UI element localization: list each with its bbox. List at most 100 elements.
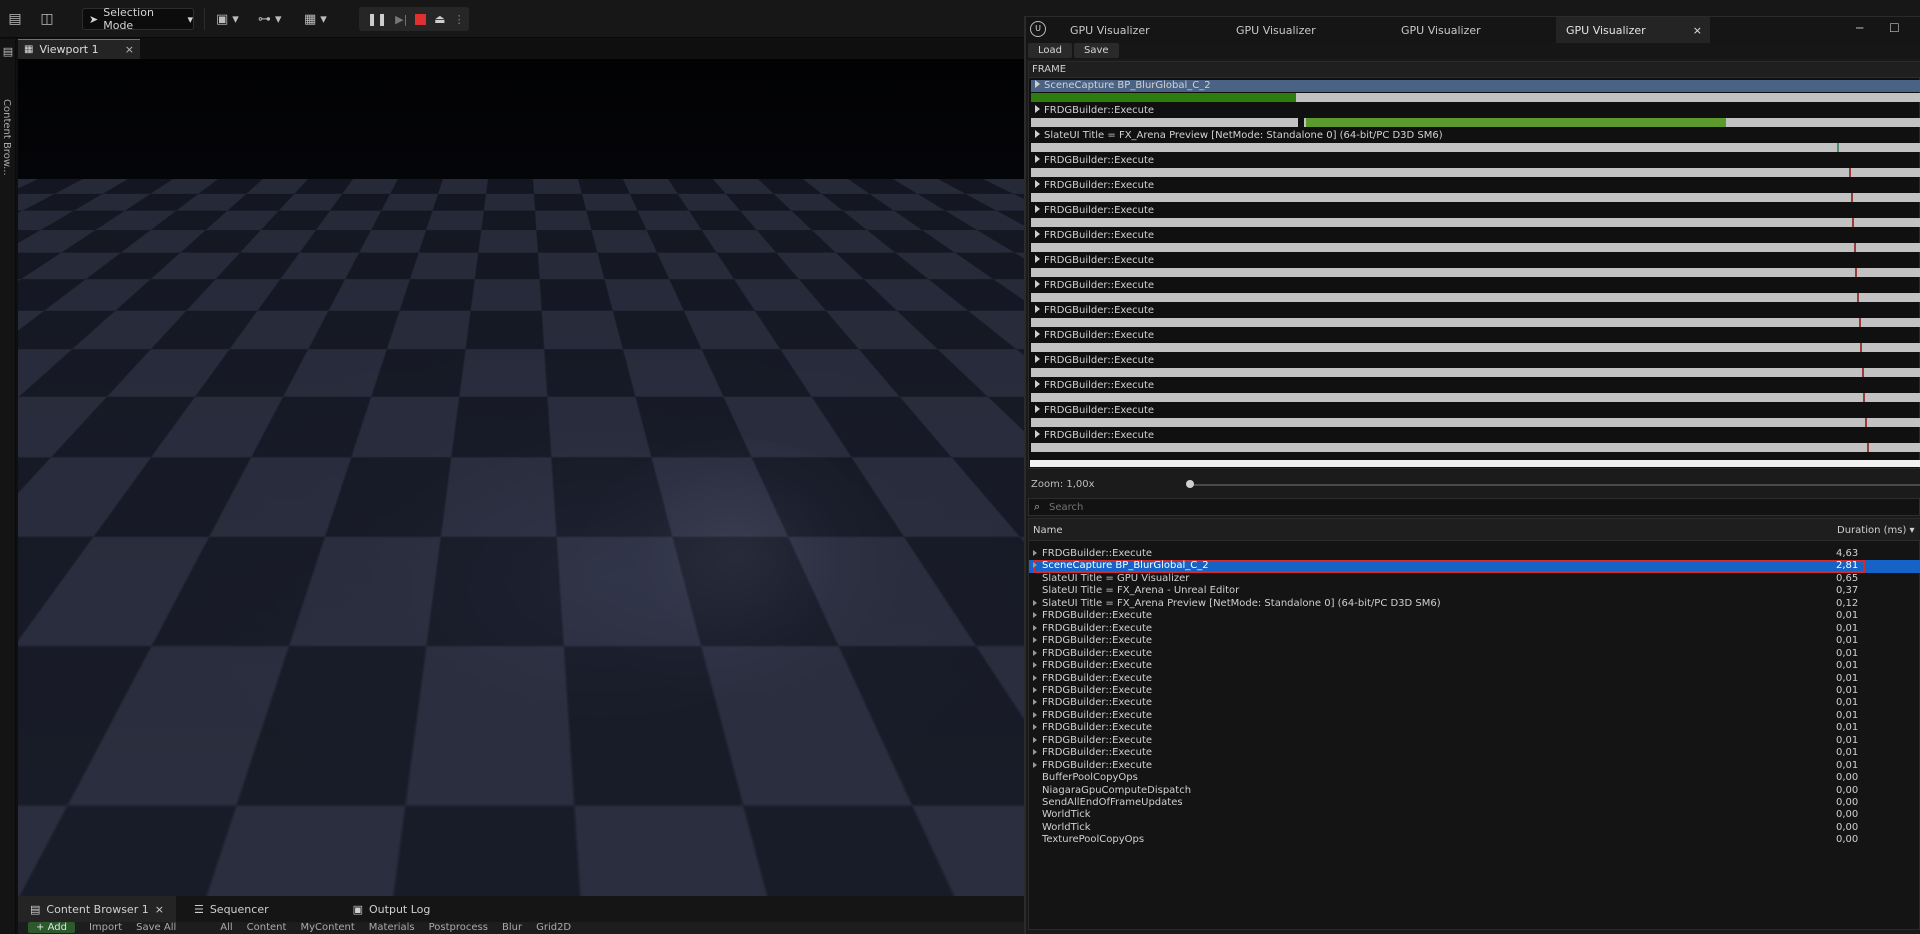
frame-row[interactable]: SceneCapture BP_BlurGlobal_C_2 bbox=[1031, 80, 1920, 105]
maximize-icon[interactable]: ☐ bbox=[1889, 21, 1900, 35]
content-browser-vertical-tab[interactable]: Content Brow... bbox=[1, 99, 12, 176]
list-item[interactable]: SendAllEndOfFrameUpdates 0,00 bbox=[1029, 797, 1920, 810]
frame-bar[interactable] bbox=[1031, 368, 1920, 377]
breadcrumb-postprocess[interactable]: Postprocess bbox=[429, 922, 488, 933]
expand-arrow-icon[interactable] bbox=[1033, 686, 1037, 693]
list-item[interactable]: FRDGBuilder::Execute 4,63 bbox=[1029, 548, 1920, 561]
zoom-slider[interactable] bbox=[1190, 484, 1920, 486]
expand-arrow-icon[interactable] bbox=[1033, 736, 1037, 743]
expand-arrow-icon[interactable] bbox=[1033, 749, 1037, 756]
cinematics-dropdown[interactable]: ▦ ▾ bbox=[304, 8, 327, 30]
list-item[interactable]: WorldTick 0,00 bbox=[1029, 809, 1920, 822]
duration-column-header[interactable]: Duration (ms) ▾ bbox=[1837, 525, 1915, 536]
add-actor-dropdown[interactable]: ▣ ▾ bbox=[216, 8, 239, 30]
tab-sequencer[interactable]: ☰ Sequencer bbox=[182, 896, 281, 922]
expand-arrow-icon[interactable] bbox=[1035, 330, 1040, 338]
pause-icon[interactable]: ❚❚ bbox=[367, 12, 387, 26]
save-all-button[interactable]: Save All bbox=[136, 922, 176, 933]
tab-output-log[interactable]: ▣ Output Log bbox=[341, 896, 443, 922]
list-item[interactable]: FRDGBuilder::Execute 0,01 bbox=[1029, 623, 1920, 636]
expand-arrow-icon[interactable] bbox=[1033, 724, 1037, 731]
expand-arrow-icon[interactable] bbox=[1033, 637, 1037, 644]
frame-bar[interactable] bbox=[1031, 443, 1920, 452]
expand-arrow-icon[interactable] bbox=[1035, 130, 1040, 138]
frame-row[interactable]: FRDGBuilder::Execute bbox=[1031, 230, 1920, 255]
close-icon[interactable]: × bbox=[125, 43, 134, 56]
tab-gpu-visualizer-3[interactable]: GPU Visualizer bbox=[1391, 17, 1551, 43]
load-button[interactable]: Load bbox=[1028, 43, 1072, 58]
more-options-icon[interactable]: ⋮ bbox=[454, 13, 465, 26]
list-item[interactable]: FRDGBuilder::Execute 0,01 bbox=[1029, 760, 1920, 773]
frame-bar[interactable] bbox=[1031, 318, 1920, 327]
frame-row[interactable]: FRDGBuilder::Execute bbox=[1031, 405, 1920, 430]
expand-arrow-icon[interactable] bbox=[1035, 405, 1040, 413]
stop-icon[interactable] bbox=[415, 13, 427, 25]
expand-arrow-icon[interactable] bbox=[1033, 612, 1037, 619]
frame-bar[interactable] bbox=[1031, 393, 1920, 402]
eject-icon[interactable]: ⏏ bbox=[434, 12, 445, 26]
list-item[interactable]: FRDGBuilder::Execute 0,01 bbox=[1029, 660, 1920, 673]
add-button[interactable]: + Add bbox=[28, 922, 75, 933]
selection-mode-dropdown[interactable]: ➤ Selection Mode ▾ bbox=[82, 6, 194, 32]
timeline-scrollbar[interactable] bbox=[1030, 460, 1920, 467]
breadcrumb-all[interactable]: All bbox=[220, 922, 232, 933]
breadcrumb-grid2d[interactable]: Grid2D bbox=[536, 922, 571, 933]
save-icon[interactable]: ▤ bbox=[6, 10, 24, 28]
viewport-tab[interactable]: ▦ Viewport 1 × bbox=[18, 39, 140, 59]
name-column-header[interactable]: Name bbox=[1033, 525, 1063, 536]
search-input[interactable] bbox=[1049, 500, 1909, 514]
breadcrumb-blur[interactable]: Blur bbox=[502, 922, 522, 933]
frame-bar-segment[interactable] bbox=[1306, 118, 1726, 127]
frame-bar[interactable] bbox=[1031, 418, 1920, 427]
frame-row[interactable]: FRDGBuilder::Execute bbox=[1031, 305, 1920, 330]
expand-arrow-icon[interactable] bbox=[1033, 562, 1037, 569]
list-item[interactable]: FRDGBuilder::Execute 0,01 bbox=[1029, 735, 1920, 748]
frame-bar-segment[interactable] bbox=[1031, 93, 1296, 102]
list-item[interactable]: SlateUI Title = GPU Visualizer 0,65 bbox=[1029, 573, 1920, 586]
tab-gpu-visualizer-2[interactable]: GPU Visualizer bbox=[1226, 17, 1386, 43]
expand-arrow-icon[interactable] bbox=[1035, 280, 1040, 288]
expand-arrow-icon[interactable] bbox=[1033, 662, 1037, 669]
save-button[interactable]: Save bbox=[1074, 43, 1119, 58]
step-icon[interactable]: ▶| bbox=[395, 13, 407, 26]
expand-arrow-icon[interactable] bbox=[1035, 255, 1040, 263]
minimize-icon[interactable]: ─ bbox=[1856, 21, 1863, 35]
list-item[interactable]: FRDGBuilder::Execute 0,01 bbox=[1029, 610, 1920, 623]
list-item[interactable]: SlateUI Title = FX_Arena - Unreal Editor… bbox=[1029, 585, 1920, 598]
frame-bar[interactable] bbox=[1031, 218, 1920, 227]
close-icon[interactable]: × bbox=[155, 903, 164, 916]
frame-bar[interactable] bbox=[1031, 343, 1920, 352]
frame-bar[interactable] bbox=[1031, 193, 1920, 202]
frame-row[interactable]: FRDGBuilder::Execute bbox=[1031, 380, 1920, 405]
import-button[interactable]: Import bbox=[89, 922, 122, 933]
frame-bar[interactable] bbox=[1031, 293, 1920, 302]
expand-arrow-icon[interactable] bbox=[1033, 624, 1037, 631]
expand-arrow-icon[interactable] bbox=[1035, 430, 1040, 438]
frame-bar[interactable] bbox=[1031, 268, 1920, 277]
breadcrumb-materials[interactable]: Materials bbox=[369, 922, 415, 933]
frame-row[interactable]: FRDGBuilder::Execute bbox=[1031, 255, 1920, 280]
expand-arrow-icon[interactable] bbox=[1035, 80, 1040, 88]
frame-row[interactable]: FRDGBuilder::Execute bbox=[1031, 330, 1920, 355]
breadcrumb-mycontent[interactable]: MyContent bbox=[300, 922, 354, 933]
blueprint-dropdown[interactable]: ⊶ ▾ bbox=[258, 8, 282, 30]
frame-bar[interactable] bbox=[1031, 168, 1920, 177]
frame-row[interactable]: FRDGBuilder::Execute bbox=[1031, 280, 1920, 305]
list-item[interactable]: SceneCapture BP_BlurGlobal_C_2 2,81 bbox=[1029, 560, 1920, 573]
frame-row[interactable]: FRDGBuilder::Execute bbox=[1031, 430, 1920, 455]
expand-arrow-icon[interactable] bbox=[1035, 380, 1040, 388]
list-item[interactable]: FRDGBuilder::Execute 0,01 bbox=[1029, 747, 1920, 760]
list-item[interactable]: NiagaraGpuComputeDispatch 0,00 bbox=[1029, 785, 1920, 798]
frame-row[interactable]: SlateUI Title = FX_Arena Preview [NetMod… bbox=[1031, 130, 1920, 155]
zoom-slider-thumb[interactable] bbox=[1186, 480, 1194, 488]
frame-bar[interactable] bbox=[1031, 243, 1920, 252]
tab-content-browser[interactable]: ▤ Content Browser 1 × bbox=[18, 896, 176, 922]
tab-gpu-visualizer-4[interactable]: GPU Visualizer × bbox=[1556, 17, 1710, 43]
expand-arrow-icon[interactable] bbox=[1035, 105, 1040, 113]
breadcrumb-content[interactable]: Content bbox=[247, 922, 287, 933]
close-icon[interactable]: × bbox=[1693, 24, 1702, 37]
expand-arrow-icon[interactable] bbox=[1035, 180, 1040, 188]
frame-row[interactable]: FRDGBuilder::Execute bbox=[1031, 155, 1920, 180]
list-item[interactable]: FRDGBuilder::Execute 0,01 bbox=[1029, 648, 1920, 661]
frame-row[interactable]: FRDGBuilder::Execute bbox=[1031, 105, 1920, 130]
